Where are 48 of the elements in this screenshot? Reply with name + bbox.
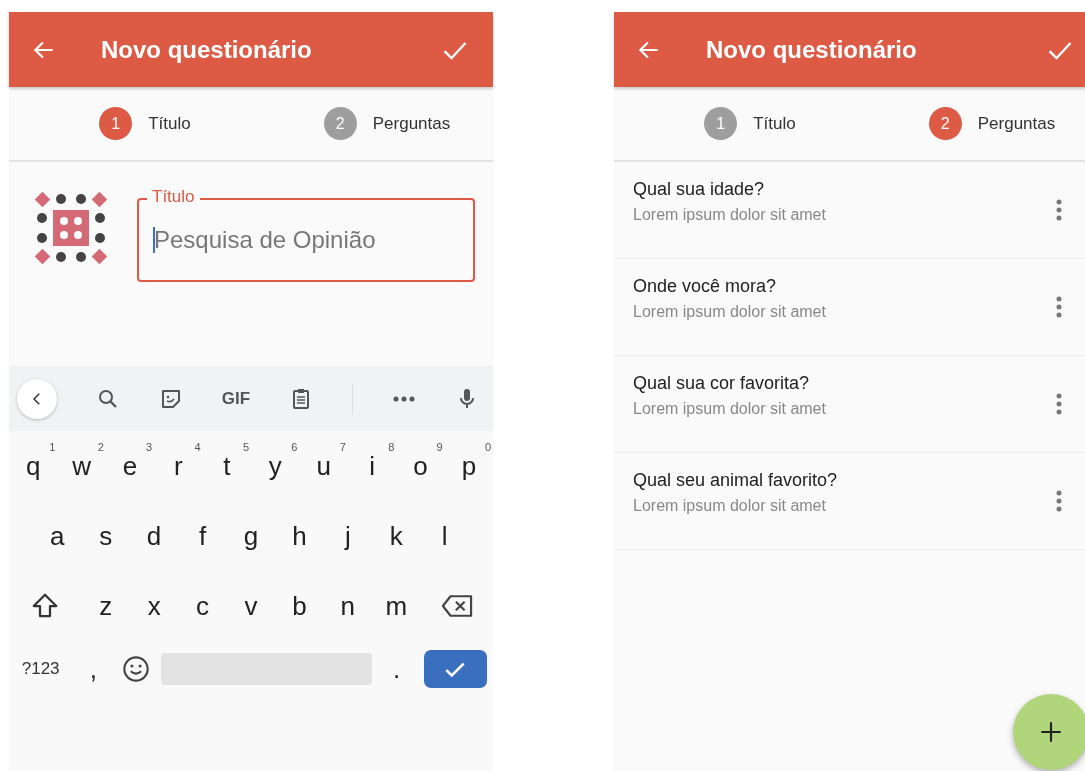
- screen-title: Novo questionário: [101, 35, 313, 64]
- title-field[interactable]: Título Pesquisa de Opinião: [137, 186, 475, 282]
- more-options-icon[interactable]: [1056, 296, 1062, 318]
- question-subtitle: Lorem ipsum dolor sit amet: [633, 496, 827, 515]
- question-subtitle: Lorem ipsum dolor sit amet: [633, 399, 827, 418]
- more-icon[interactable]: [391, 394, 416, 403]
- key[interactable]: b: [275, 571, 324, 641]
- enter-key[interactable]: [423, 650, 487, 688]
- question-title[interactable]: Qual sua cor favorita?: [633, 372, 1056, 394]
- key[interactable]: c: [178, 571, 227, 641]
- question-subtitle: Lorem ipsum dolor sit amet: [633, 302, 827, 321]
- step-label[interactable]: Título: [753, 113, 796, 134]
- key[interactable]: m: [372, 571, 421, 641]
- field-value: Pesquisa de Opinião: [154, 226, 376, 254]
- gif-button[interactable]: GIF: [221, 388, 251, 409]
- key[interactable]: k: [372, 501, 421, 571]
- key[interactable]: f: [178, 501, 227, 571]
- key[interactable]: n: [323, 571, 373, 641]
- step-number[interactable]: 1: [99, 107, 133, 140]
- key[interactable]: v: [226, 571, 276, 641]
- key[interactable]: d: [129, 501, 179, 571]
- backspace-icon: [439, 593, 474, 619]
- comma-key[interactable]: ,: [72, 641, 115, 697]
- key[interactable]: g: [226, 501, 276, 571]
- grid-logo-icon: [35, 192, 107, 264]
- more-options-icon[interactable]: [1056, 199, 1062, 221]
- symbols-key[interactable]: ?123: [9, 641, 73, 697]
- question-subtitle: Lorem ipsum dolor sit amet: [633, 205, 827, 224]
- more-options-icon[interactable]: [1056, 393, 1062, 415]
- period-key[interactable]: .: [375, 641, 418, 697]
- more-options-icon[interactable]: [1056, 490, 1062, 512]
- key[interactable]: z: [81, 571, 130, 641]
- key[interactable]: s: [81, 501, 130, 571]
- key[interactable]: l: [420, 501, 469, 571]
- question-title[interactable]: Qual sua idade?: [633, 178, 1056, 200]
- smiley-icon: [121, 655, 150, 683]
- key[interactable]: j: [323, 501, 373, 571]
- question-title[interactable]: Onde você mora?: [633, 275, 1056, 297]
- step-label[interactable]: Título: [148, 113, 191, 134]
- key[interactable]: x: [130, 571, 179, 641]
- plus-icon: [1038, 719, 1064, 745]
- key[interactable]: h: [275, 501, 324, 571]
- step-number[interactable]: 2: [928, 107, 962, 140]
- step-label[interactable]: Perguntas: [372, 113, 451, 134]
- screen-title: Novo questionário: [706, 35, 918, 64]
- key[interactable]: a: [33, 501, 82, 571]
- step-label[interactable]: Perguntas: [977, 113, 1056, 134]
- question-title[interactable]: Qual seu animal favorito?: [633, 469, 1056, 491]
